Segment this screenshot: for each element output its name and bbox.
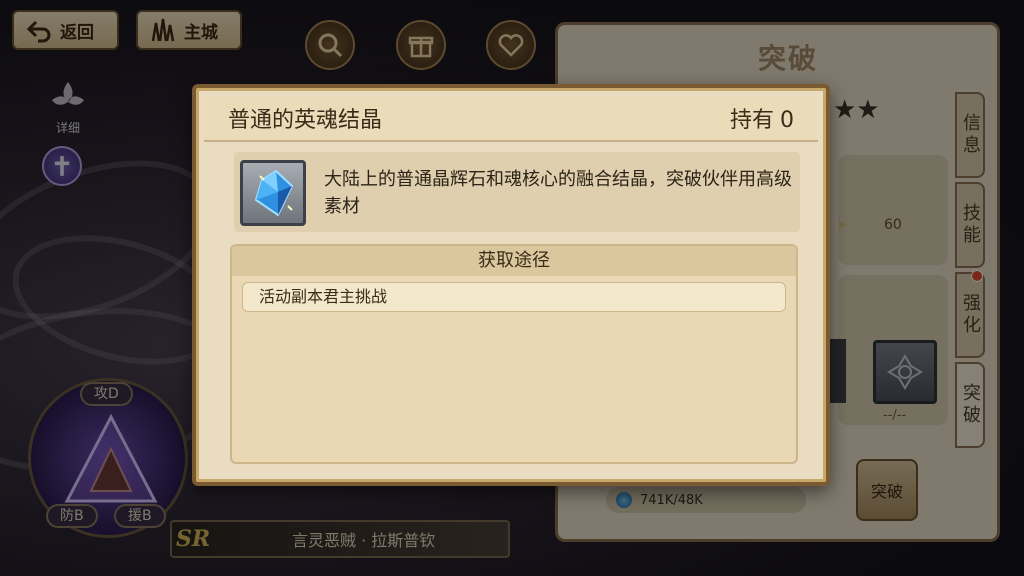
item-info-modal: 普通的英魂结晶 持有 0 大陆上的普通晶辉石和魂核心的融合结晶，突破伙伴用高级素材…	[192, 84, 830, 486]
item-description-box: 大陆上的普通晶辉石和魂核心的融合结晶，突破伙伴用高级素材	[234, 152, 800, 232]
crystal-icon	[254, 169, 294, 217]
held-count: 持有 0	[730, 102, 794, 134]
acquisition-source[interactable]: 活动副本君主挑战	[242, 282, 786, 312]
held-label: 持有	[729, 108, 774, 133]
modal-header: 普通的英魂结晶 持有 0	[204, 96, 818, 142]
item-icon	[240, 160, 306, 226]
item-description: 大陆上的普通晶辉石和魂核心的融合结晶，突破伙伴用高级素材	[324, 169, 792, 217]
item-name: 普通的英魂结晶	[228, 108, 383, 133]
held-value: 0	[780, 108, 794, 133]
acquisition-panel: 获取途径 活动副本君主挑战	[230, 244, 798, 464]
acquisition-header: 获取途径	[232, 246, 796, 276]
